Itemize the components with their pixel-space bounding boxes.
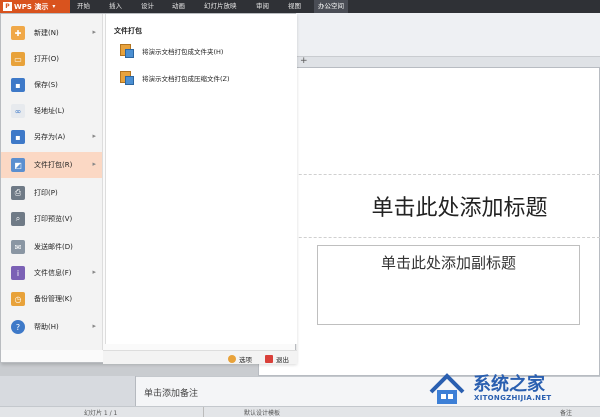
- tab-view[interactable]: 视图: [284, 0, 305, 13]
- subtitle-placeholder[interactable]: 单击此处添加副标题: [317, 245, 580, 325]
- exit-icon: [265, 355, 273, 363]
- watermark-title: 系统之家: [473, 374, 545, 395]
- menu-item-send-mail[interactable]: ✉ 发送邮件(D): [1, 234, 102, 260]
- package-zip-icon: [120, 71, 134, 85]
- ribbon-toolbar: [296, 13, 600, 57]
- watermark-logo-icon: [429, 373, 465, 404]
- save-icon: ▪: [11, 78, 25, 92]
- slide-thumbnail-pane: [0, 376, 136, 406]
- menu-item-label: 文件信息(F): [34, 269, 72, 277]
- options-button[interactable]: 选项: [228, 354, 252, 364]
- new-tab-icon[interactable]: +: [300, 56, 308, 66]
- menu-item-label: 备份管理(K): [34, 295, 73, 303]
- mail-icon: ✉: [11, 240, 25, 254]
- status-divider: [203, 407, 204, 417]
- backup-icon: ◷: [11, 292, 25, 306]
- tab-animation[interactable]: 动画: [168, 0, 189, 13]
- menu-item-new[interactable]: ✚ 新建(N) ▸: [1, 20, 102, 46]
- new-icon: ✚: [11, 26, 25, 40]
- app-title: WPS 演示: [14, 2, 49, 11]
- menu-item-file-info[interactable]: i 文件信息(F) ▸: [1, 260, 102, 286]
- tab-insert[interactable]: 插入: [105, 0, 126, 13]
- design-template-label: 默认设计模板: [244, 410, 281, 417]
- title-placeholder[interactable]: 单击此处添加标题: [259, 174, 600, 238]
- menu-item-open[interactable]: ▭ 打开(O): [1, 46, 102, 72]
- package-folder-icon: [120, 44, 134, 58]
- exit-button[interactable]: 退出: [265, 354, 289, 364]
- menu-item-package[interactable]: ◩ 文件打包(R) ▸: [1, 152, 102, 178]
- chevron-right-icon: ▸: [92, 28, 96, 36]
- chevron-right-icon: ▸: [92, 268, 96, 276]
- menu-item-help[interactable]: ? 帮助(H) ▸: [1, 314, 102, 340]
- file-menu-list: ✚ 新建(N) ▸ ▭ 打开(O) ▪ 保存(S) ∞ 轻地址(L) ▪ 另存为…: [1, 14, 103, 350]
- chevron-down-icon: ▾: [52, 3, 56, 10]
- package-icon: ◩: [11, 158, 25, 172]
- app-menu-button[interactable]: P WPS 演示 ▾: [0, 0, 70, 13]
- slide-counter: 幻灯片 1 / 1: [84, 410, 118, 417]
- package-submenu: 文件打包 将演示文档打包成文件夹(H) 将演示文档打包成压缩文件(Z): [105, 14, 297, 344]
- title-placeholder-text: 单击此处添加标题: [371, 196, 548, 221]
- menu-item-light-address[interactable]: ∞ 轻地址(L): [1, 98, 102, 124]
- package-to-folder-item[interactable]: 将演示文档打包成文件夹(H): [120, 44, 223, 58]
- menu-item-label: 文件打包(R): [34, 161, 73, 169]
- menu-item-print-preview[interactable]: ⌕ 打印预览(V): [1, 206, 102, 232]
- submenu-item-label: 将演示文档打包成压缩文件(Z): [142, 75, 230, 83]
- menu-item-label: 保存(S): [34, 81, 58, 89]
- exit-label: 退出: [276, 356, 289, 364]
- menu-item-backup[interactable]: ◷ 备份管理(K): [1, 286, 102, 312]
- document-tab-strip: [296, 57, 600, 67]
- menu-item-label: 打印预览(V): [34, 215, 73, 223]
- print-icon: ⎙: [11, 186, 25, 200]
- chevron-right-icon: ▸: [92, 322, 96, 330]
- tab-office-space[interactable]: 办公空间: [314, 0, 348, 13]
- chevron-right-icon: ▸: [92, 132, 96, 140]
- file-info-icon: i: [11, 266, 25, 280]
- ribbon-bar: P WPS 演示 ▾ 开始 插入 设计 动画 幻灯片放映 审阅 视图 办公空间: [0, 0, 600, 13]
- submenu-heading: 文件打包: [114, 27, 142, 35]
- menu-item-label: 打印(P): [34, 189, 58, 197]
- menu-item-label: 发送邮件(D): [34, 243, 73, 251]
- package-to-zip-item[interactable]: 将演示文档打包成压缩文件(Z): [120, 71, 230, 85]
- menu-item-label: 帮助(H): [34, 323, 59, 331]
- menu-item-label: 另存为(A): [34, 133, 66, 141]
- watermark: 系统之家 XITONGZHIJIA.NET: [427, 366, 600, 410]
- menu-item-save-as[interactable]: ▪ 另存为(A) ▸: [1, 124, 102, 150]
- watermark-url: XITONGZHIJIA.NET: [474, 394, 552, 402]
- wps-logo-icon: P: [3, 2, 12, 11]
- file-menu: ✚ 新建(N) ▸ ▭ 打开(O) ▪ 保存(S) ∞ 轻地址(L) ▪ 另存为…: [0, 13, 297, 364]
- slide-canvas: 单击此处添加标题 单击此处添加副标题: [258, 67, 600, 376]
- tab-review[interactable]: 审阅: [252, 0, 273, 13]
- subtitle-placeholder-text: 单击此处添加副标题: [380, 254, 516, 272]
- options-icon: [228, 355, 236, 363]
- help-icon: ?: [11, 320, 25, 334]
- link-icon: ∞: [11, 104, 25, 118]
- save-as-icon: ▪: [11, 130, 25, 144]
- print-preview-icon: ⌕: [11, 212, 25, 226]
- options-label: 选项: [239, 356, 252, 364]
- menu-item-label: 打开(O): [34, 55, 59, 63]
- menu-item-label: 轻地址(L): [34, 107, 65, 115]
- tab-design[interactable]: 设计: [137, 0, 158, 13]
- tab-home[interactable]: 开始: [73, 0, 94, 13]
- menu-item-label: 新建(N): [34, 29, 59, 37]
- chevron-right-icon: ▸: [92, 160, 96, 168]
- file-menu-footer: 选项 退出: [103, 350, 297, 364]
- open-folder-icon: ▭: [11, 52, 25, 66]
- menu-item-save[interactable]: ▪ 保存(S): [1, 72, 102, 98]
- menu-item-print[interactable]: ⎙ 打印(P): [1, 180, 102, 206]
- notes-placeholder: 单击添加备注: [144, 389, 199, 399]
- submenu-item-label: 将演示文档打包成文件夹(H): [142, 48, 224, 56]
- tab-slideshow[interactable]: 幻灯片放映: [200, 0, 241, 13]
